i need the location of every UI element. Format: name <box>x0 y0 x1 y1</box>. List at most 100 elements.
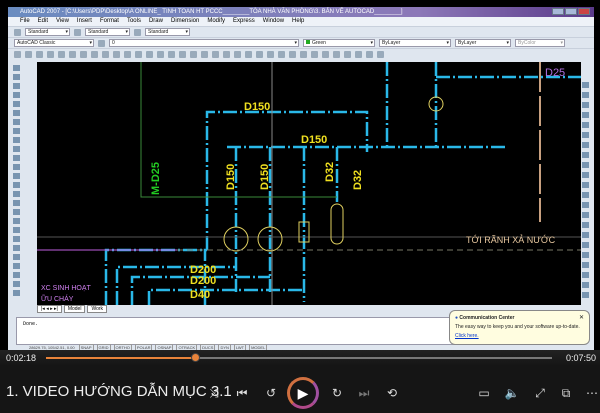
draw-tool-icon[interactable] <box>13 227 20 233</box>
shuffle-icon[interactable]: ⤨ <box>206 386 222 401</box>
toolbar-button-icon[interactable] <box>300 50 307 58</box>
draw-tool-icon[interactable] <box>13 155 20 161</box>
draw-tool-icon[interactable] <box>13 254 20 260</box>
toolbar-button-icon[interactable] <box>377 50 384 58</box>
modify-tool-icon[interactable] <box>582 282 589 288</box>
toolbar-button-icon[interactable] <box>91 50 98 58</box>
toolbar-button-icon[interactable] <box>256 50 263 58</box>
toolbar-button-icon[interactable] <box>234 50 241 58</box>
modify-tool-icon[interactable] <box>582 112 589 118</box>
tab-nav[interactable]: |◂ ◂ ▸ ▸| <box>37 305 62 313</box>
draw-tool-icon[interactable] <box>13 128 20 134</box>
menu-view[interactable]: View <box>56 17 69 26</box>
toolbar-button-icon[interactable] <box>245 50 252 58</box>
draw-tool-icon[interactable] <box>13 272 20 278</box>
menu-window[interactable]: Window <box>263 17 284 26</box>
draw-tool-icon[interactable] <box>13 83 20 89</box>
menu-edit[interactable]: Edit <box>38 17 48 26</box>
menu-file[interactable]: File <box>20 17 30 26</box>
rewind-10-icon[interactable]: ↺ <box>263 386 279 400</box>
draw-tool-icon[interactable] <box>13 182 20 188</box>
menu-draw[interactable]: Draw <box>149 17 163 26</box>
close-icon[interactable]: ✕ <box>579 314 584 321</box>
toolbar-button-icon[interactable] <box>58 50 65 58</box>
toolbar-button-icon[interactable] <box>289 50 296 58</box>
close-button[interactable] <box>578 8 590 15</box>
tab-model[interactable]: Model <box>63 305 86 313</box>
toolbar-button-icon[interactable] <box>355 50 362 58</box>
draw-tool-icon[interactable] <box>13 164 20 170</box>
draw-tool-icon[interactable] <box>13 137 20 143</box>
toolbar-button-icon[interactable] <box>366 50 373 58</box>
fullscreen-icon[interactable]: ⤢ <box>532 386 548 401</box>
toolbar-button-icon[interactable] <box>278 50 285 58</box>
modify-tool-icon[interactable] <box>582 232 589 238</box>
toolbar-button-icon[interactable] <box>333 50 340 58</box>
draw-tool-icon[interactable] <box>13 74 20 80</box>
toolbar-button-icon[interactable] <box>179 50 186 58</box>
toolbar-button-icon[interactable] <box>102 50 109 58</box>
text-style-select[interactable]: Standard <box>25 28 70 36</box>
modify-tool-icon[interactable] <box>582 172 589 178</box>
minimize-button[interactable] <box>552 8 564 15</box>
captions-icon[interactable]: ▭ <box>476 386 492 400</box>
modify-tool-icon[interactable] <box>582 122 589 128</box>
more-icon[interactable]: ⋯ <box>584 386 600 400</box>
draw-tool-icon[interactable] <box>13 263 20 269</box>
toolbar-button-icon[interactable] <box>201 50 208 58</box>
repeat-icon[interactable]: ⟲ <box>384 386 400 400</box>
plotstyle-select[interactable]: ByColor <box>515 39 565 47</box>
modify-tool-icon[interactable] <box>582 222 589 228</box>
draw-tool-icon[interactable] <box>13 218 20 224</box>
seek-bar[interactable] <box>46 353 552 362</box>
draw-tool-icon[interactable] <box>13 209 20 215</box>
menu-insert[interactable]: Insert <box>77 17 92 26</box>
toolbar-button-icon[interactable] <box>69 50 76 58</box>
draw-tool-icon[interactable] <box>13 200 20 206</box>
seek-handle[interactable] <box>190 353 200 362</box>
toolbar-button-icon[interactable] <box>267 50 274 58</box>
menu-modify[interactable]: Modify <box>207 17 225 26</box>
menu-express[interactable]: Express <box>233 17 255 26</box>
drawing-canvas[interactable]: D150 D150 D150 D150 D32 D32 D200 D200 D4… <box>37 62 581 305</box>
toolbar-button-icon[interactable] <box>113 50 120 58</box>
volume-icon[interactable]: 🔈 <box>504 386 520 400</box>
modify-tool-icon[interactable] <box>582 82 589 88</box>
modify-tool-icon[interactable] <box>582 192 589 198</box>
layer-manager-icon[interactable] <box>98 39 105 47</box>
tab-work[interactable]: Work <box>87 305 108 313</box>
toolbar-button-icon[interactable] <box>344 50 351 58</box>
toolbar-button-icon[interactable] <box>322 50 329 58</box>
toolbar-button-icon[interactable] <box>36 50 43 58</box>
draw-tool-icon[interactable] <box>13 281 20 287</box>
draw-tool-icon[interactable] <box>13 65 20 71</box>
color-select[interactable]: Green <box>303 39 375 47</box>
draw-tool-icon[interactable] <box>13 119 20 125</box>
draw-tool-icon[interactable] <box>13 290 20 296</box>
toolbar-button-icon[interactable] <box>47 50 54 58</box>
draw-tool-icon[interactable] <box>13 110 20 116</box>
next-icon[interactable]: ⏭ <box>356 386 372 401</box>
toolbar-button-icon[interactable] <box>25 50 32 58</box>
modify-tool-icon[interactable] <box>582 92 589 98</box>
previous-icon[interactable]: ⏮ <box>234 386 250 401</box>
dim-style-select[interactable]: Standard <box>85 28 130 36</box>
toolbar-button-icon[interactable] <box>146 50 153 58</box>
modify-tool-icon[interactable] <box>582 182 589 188</box>
toolbar-button-icon[interactable] <box>311 50 318 58</box>
modify-tool-icon[interactable] <box>582 142 589 148</box>
toolbar-button-icon[interactable] <box>80 50 87 58</box>
toolbar-button-icon[interactable] <box>14 50 21 58</box>
draw-tool-icon[interactable] <box>13 191 20 197</box>
toolbar-button-icon[interactable] <box>223 50 230 58</box>
modify-tool-icon[interactable] <box>582 212 589 218</box>
toolbar-button-icon[interactable] <box>135 50 142 58</box>
draw-tool-icon[interactable] <box>13 236 20 242</box>
toolbar-button-icon[interactable] <box>212 50 219 58</box>
layer-select[interactable]: 0 <box>109 39 299 47</box>
toolbar-button-icon[interactable] <box>168 50 175 58</box>
modify-tool-icon[interactable] <box>582 102 589 108</box>
modify-tool-icon[interactable] <box>582 132 589 138</box>
click-here-link[interactable]: Click here. <box>455 333 584 339</box>
modify-tool-icon[interactable] <box>582 152 589 158</box>
